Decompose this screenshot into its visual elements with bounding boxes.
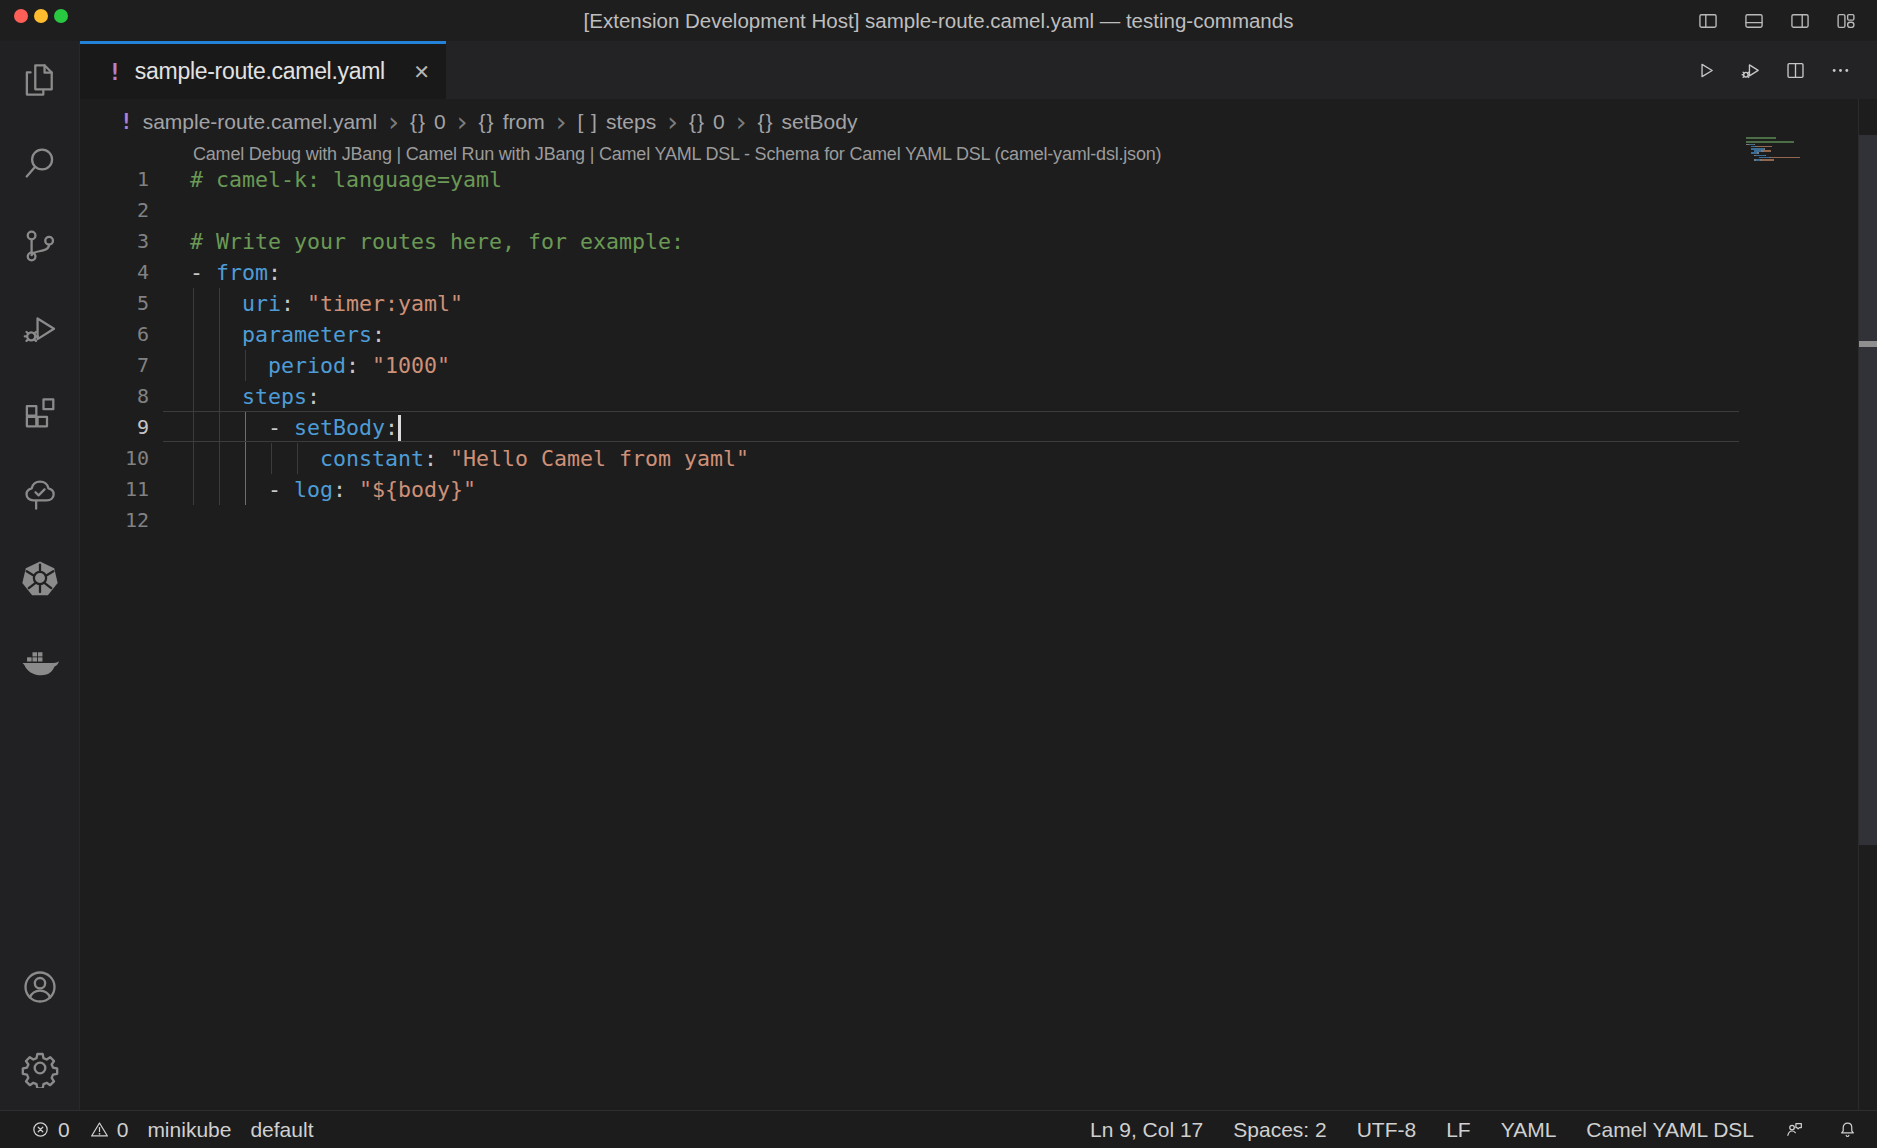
traffic-light-minimize[interactable]	[34, 9, 48, 23]
split-editor-icon[interactable]	[1784, 59, 1807, 82]
breadcrumb-file-warning-badge: !	[120, 110, 133, 134]
line-number[interactable]: 4	[80, 257, 149, 288]
breadcrumb-separator: ›	[736, 112, 747, 132]
breadcrumb-separator: ›	[667, 112, 678, 132]
status-item-utf-8[interactable]: UTF-8	[1357, 1118, 1417, 1142]
breadcrumb-separator: ›	[556, 112, 567, 132]
code-line: parameters:	[190, 319, 385, 350]
line-number[interactable]: 12	[80, 505, 149, 536]
more-actions-icon[interactable]	[1829, 59, 1852, 82]
code-line: # Write your routes here, for example:	[190, 226, 684, 257]
status-item-minikube[interactable]: minikube	[147, 1118, 231, 1142]
traffic-lights	[14, 9, 68, 23]
breadcrumb-item[interactable]: sample-route.camel.yaml	[143, 110, 378, 134]
activity-item-accounts[interactable]	[20, 967, 60, 1007]
activity-item-kubernetes[interactable]	[19, 557, 61, 599]
text-cursor	[398, 415, 401, 441]
code-line: constant: "Hello Camel from yaml"	[190, 443, 749, 474]
tab-warning-badge: !	[108, 59, 122, 85]
code-line: # camel-k: language=yaml	[190, 164, 502, 195]
toggle-panel-left-icon[interactable]	[1697, 10, 1719, 32]
status-item-bell[interactable]	[1837, 1119, 1860, 1140]
activity-item-settings[interactable]	[20, 1048, 60, 1088]
close-icon[interactable]: ✕	[413, 60, 430, 84]
line-number[interactable]: 1	[80, 164, 149, 195]
status-item-default[interactable]: default	[250, 1118, 313, 1142]
window-title: [Extension Development Host] sample-rout…	[200, 0, 1677, 41]
breadcrumb: ! sample-route.camel.yaml › {}0 › {}from › [ ]s…	[80, 99, 1877, 145]
tab-label: sample-route.camel.yaml	[135, 58, 385, 85]
toggle-panel-right-icon[interactable]	[1789, 10, 1811, 32]
activity-item-source-control[interactable]	[19, 225, 61, 267]
activity-item-search[interactable]	[19, 142, 61, 184]
line-number[interactable]: 5	[80, 288, 149, 319]
traffic-light-zoom[interactable]	[54, 9, 68, 23]
traffic-light-close[interactable]	[14, 9, 28, 23]
title-bar: [Extension Development Host] sample-rout…	[0, 0, 1877, 41]
line-number[interactable]: 6	[80, 319, 149, 350]
breadcrumb-item[interactable]: {}0	[689, 110, 725, 134]
editor-actions	[1694, 41, 1852, 99]
tab-bar: ! sample-route.camel.yaml ✕	[80, 41, 1877, 99]
line-number[interactable]: 10	[80, 443, 149, 474]
code-line: - from:	[190, 257, 281, 288]
feedback-icon	[1784, 1119, 1805, 1140]
status-item-lf[interactable]: LF	[1446, 1118, 1471, 1142]
line-number[interactable]: 8	[80, 381, 149, 412]
customize-layout-icon[interactable]	[1835, 10, 1857, 32]
code-line: period: "1000"	[190, 350, 450, 381]
status-item-feedback[interactable]	[1784, 1119, 1807, 1140]
status-item-spaces-2[interactable]: Spaces: 2	[1233, 1118, 1326, 1142]
activity-item-test-tree[interactable]	[19, 474, 61, 516]
status-item-0[interactable]: 0	[89, 1118, 129, 1142]
overview-ruler-cursor-mark	[1859, 341, 1877, 347]
warning-icon	[89, 1119, 110, 1140]
breadcrumb-item[interactable]: {}from	[479, 110, 545, 134]
codelens[interactable]: Camel Debug with JBang | Camel Run with …	[193, 144, 1161, 165]
breadcrumb-item[interactable]: {}setBody	[758, 110, 858, 134]
line-number[interactable]: 7	[80, 350, 149, 381]
code-line: - log: "${body}"	[190, 474, 476, 505]
titlebar-layout-actions	[1697, 0, 1857, 41]
breadcrumb-item[interactable]: [ ]steps	[577, 110, 656, 134]
error-icon	[30, 1119, 51, 1140]
line-number[interactable]: 11	[80, 474, 149, 505]
breadcrumb-separator: ›	[457, 112, 468, 132]
scrollbar-thumb[interactable]	[1859, 135, 1877, 845]
line-number[interactable]: 9	[80, 412, 149, 443]
status-item-ln-9-col-17[interactable]: Ln 9, Col 17	[1090, 1118, 1203, 1142]
debug-run-icon[interactable]	[1739, 59, 1762, 82]
breadcrumb-separator: ›	[388, 112, 399, 132]
activity-item-explorer[interactable]	[19, 59, 61, 101]
tab-sample-route-camel-yaml[interactable]: ! sample-route.camel.yaml ✕	[80, 41, 446, 99]
status-item-yaml[interactable]: YAML	[1501, 1118, 1557, 1142]
status-item-camel-yaml-dsl[interactable]: Camel YAML DSL	[1586, 1118, 1754, 1142]
bell-icon	[1837, 1119, 1858, 1140]
code-line: uri: "timer:yaml"	[190, 288, 463, 319]
code-line: steps:	[190, 381, 320, 412]
status-bar: 00 minikube default Ln 9, Col 17 Spaces: 2 U…	[0, 1110, 1877, 1148]
line-number[interactable]: 2	[80, 195, 149, 226]
activity-item-run-and-debug[interactable]	[19, 308, 61, 350]
activity-item-extensions[interactable]	[19, 391, 61, 433]
status-item-0[interactable]: 0	[30, 1118, 70, 1142]
run-icon[interactable]	[1694, 59, 1717, 82]
breadcrumb-item[interactable]: {}0	[410, 110, 446, 134]
activity-bar	[0, 41, 80, 1110]
line-number[interactable]: 3	[80, 226, 149, 257]
editor[interactable]: Camel Debug with JBang | Camel Run with …	[80, 145, 1877, 1110]
toggle-panel-bottom-icon[interactable]	[1743, 10, 1765, 32]
activity-item-docker[interactable]	[19, 640, 61, 682]
